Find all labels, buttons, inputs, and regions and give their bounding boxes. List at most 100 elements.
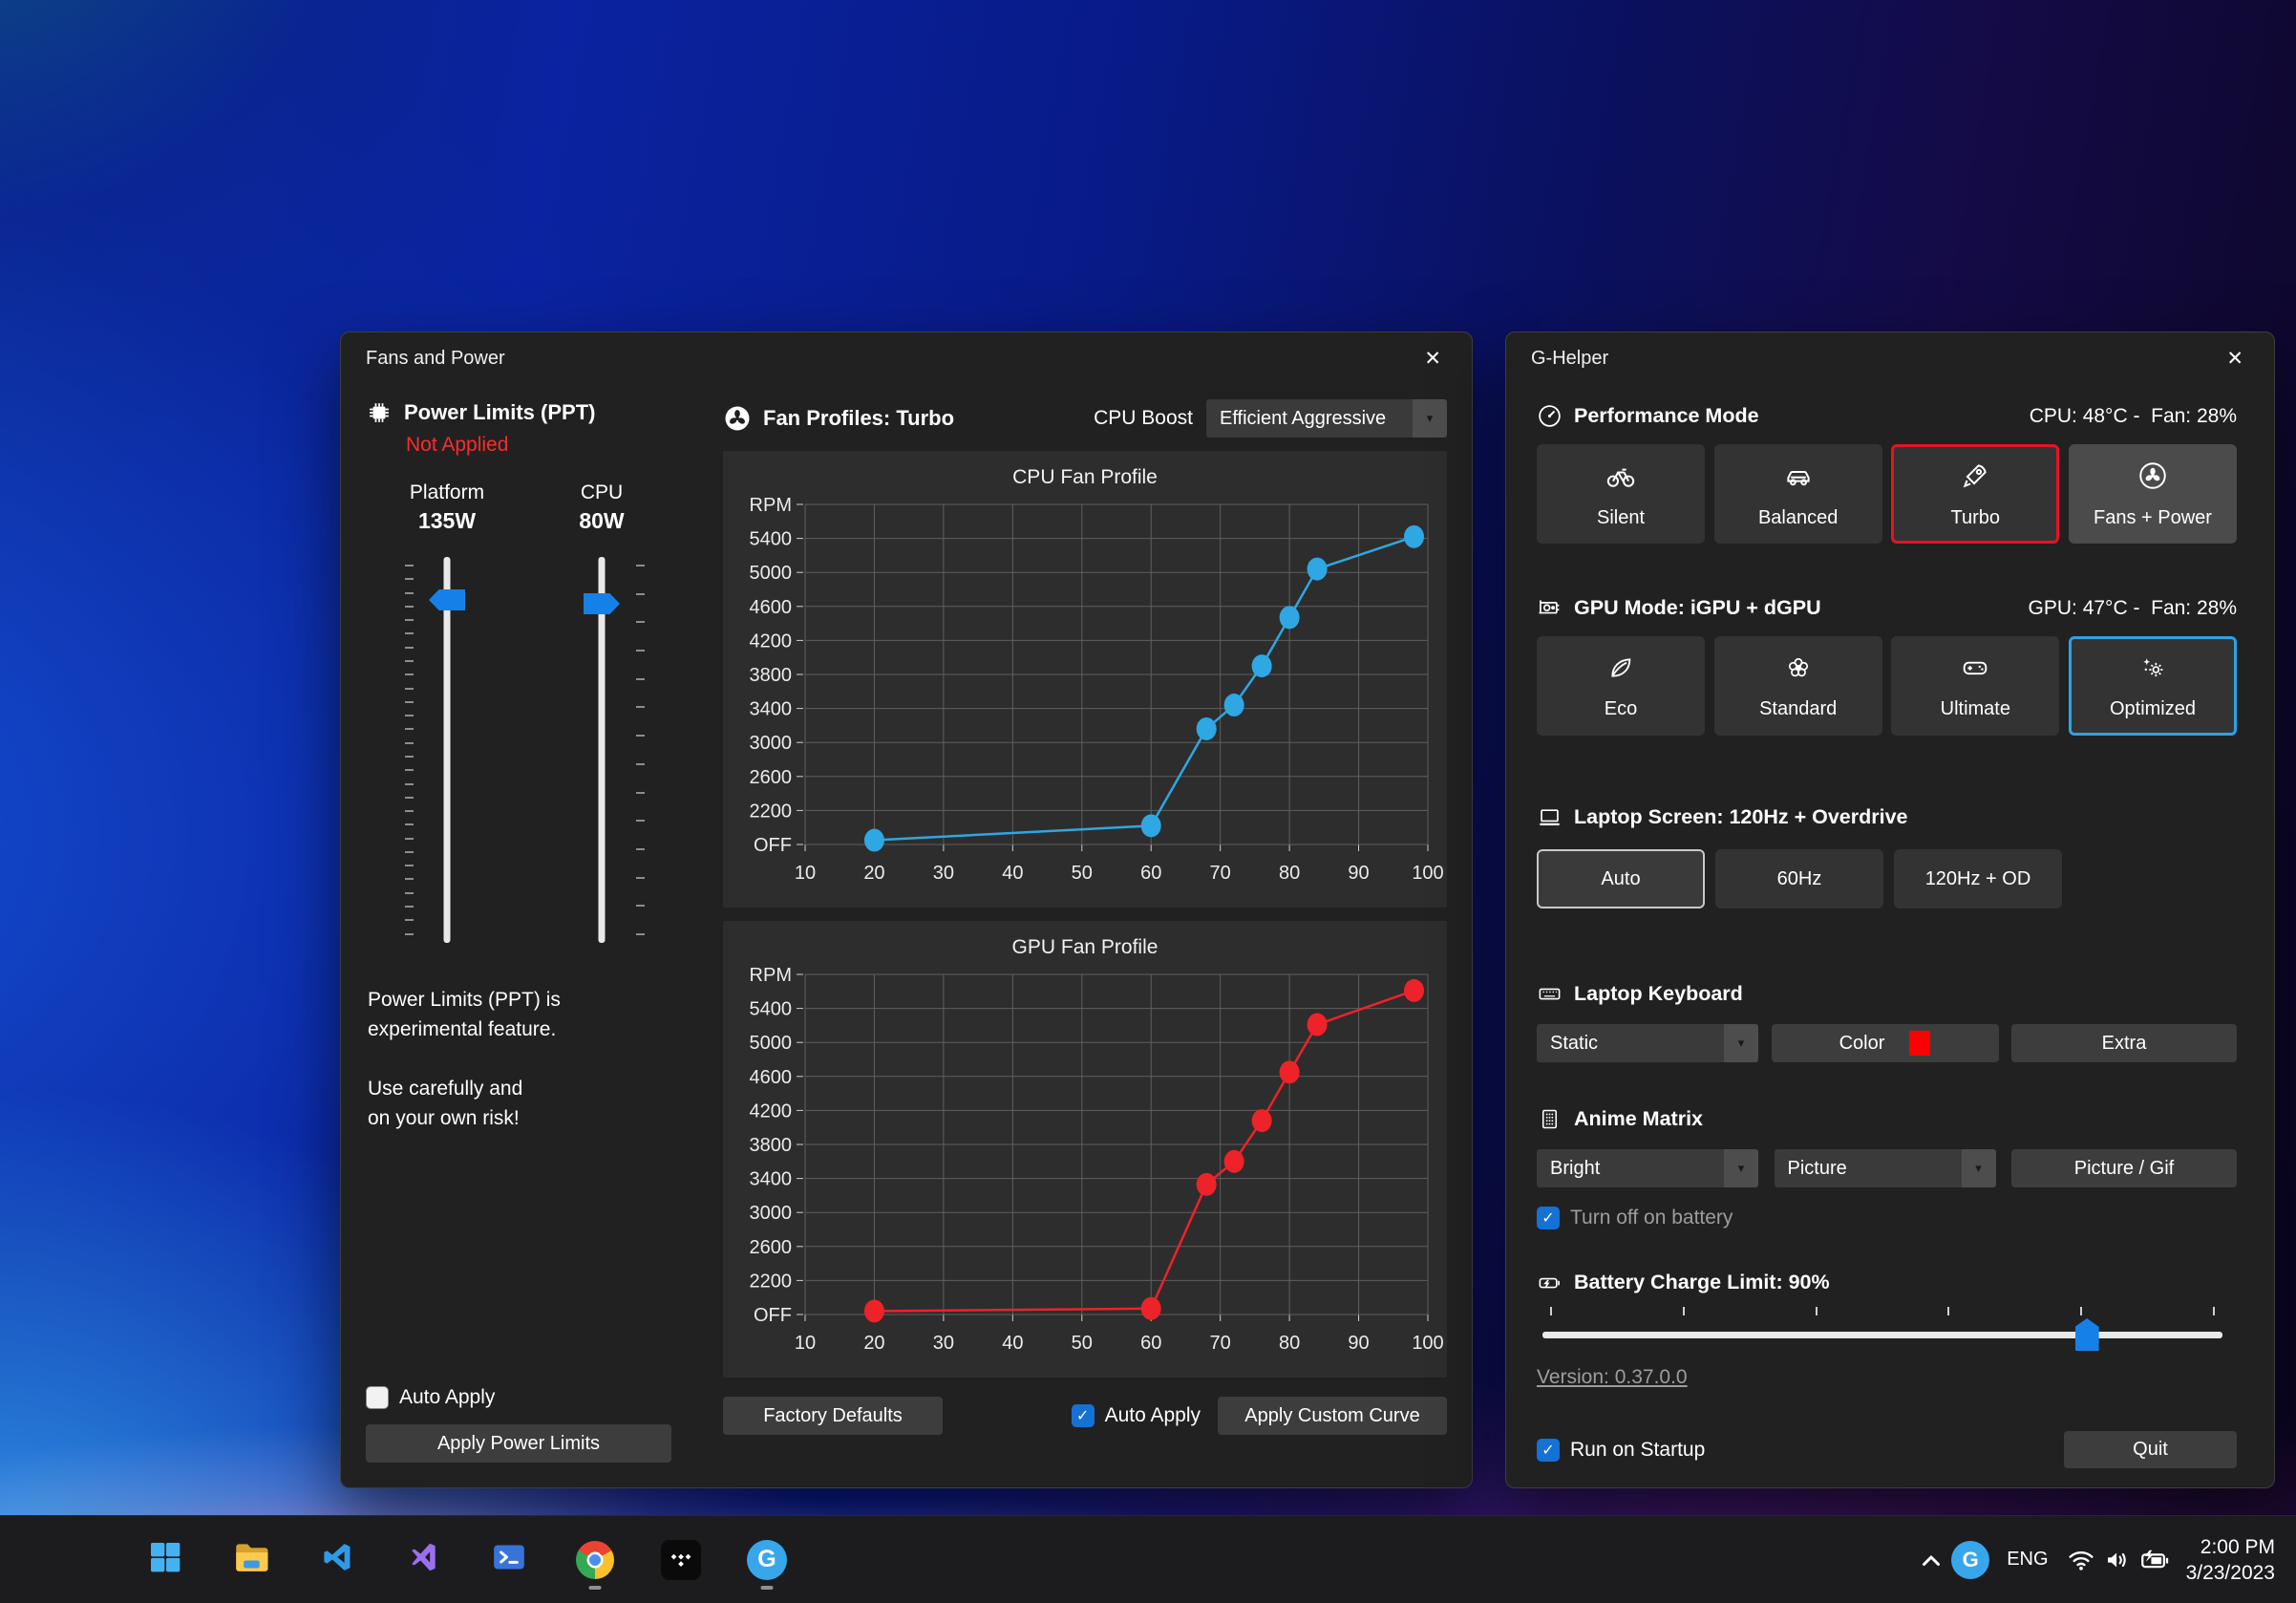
checkbox-checked-icon[interactable]: ✓ [1072,1404,1095,1427]
g-helper-icon: G [747,1540,787,1580]
optimization-gear-icon [2137,652,2168,689]
color-swatch [1909,1031,1930,1056]
visual-studio-button[interactable] [392,1528,455,1592]
start-button[interactable] [134,1528,197,1592]
bicycle-icon [1605,460,1637,498]
svg-text:60: 60 [1140,863,1161,884]
svg-text:90: 90 [1348,863,1369,884]
fan-profiles-heading: Fan Profiles: Turbo [723,404,954,433]
close-icon[interactable]: ✕ [2221,345,2249,373]
power-limits-note-2: Use carefully and on your own risk! [368,1074,702,1133]
desktop-wallpaper: Fans and Power ✕ Power Limits (PPT) Not … [0,0,2296,1603]
gpu-fan-chart-panel: GPU Fan Profile 102030405060708090100OFF… [723,921,1447,1378]
apply-power-limits-button[interactable]: Apply Power Limits [366,1424,671,1463]
platform-power-slider[interactable] [375,557,519,943]
gpu-eco-button[interactable]: Eco [1537,636,1705,736]
gpu-standard-button[interactable]: Standard [1714,636,1882,736]
screen-60hz-button[interactable]: 60Hz [1715,849,1883,908]
tray-chevron-up-icon[interactable] [1917,1533,1945,1587]
anime-content-dropdown[interactable]: Picture ▾ [1775,1149,1996,1187]
file-explorer-button[interactable] [220,1528,283,1592]
fans-window-title: Fans and Power [366,348,505,370]
tray-clock[interactable]: 2:00 PM 3/23/2023 [2177,1534,2281,1586]
gpu-ultimate-button[interactable]: Ultimate [1891,636,2059,736]
language-indicator[interactable]: ENG [1995,1533,2059,1587]
fan-profiles-panel: Fan Profiles: Turbo CPU Boost Efficient … [702,384,1447,1463]
volume-icon[interactable] [2102,1533,2133,1587]
keyboard-color-button[interactable]: Color [1772,1024,1999,1062]
cpu-power-slider[interactable] [530,557,673,943]
battery-slider-thumb[interactable] [2075,1318,2099,1351]
mode-balanced-button[interactable]: Balanced [1714,444,1882,544]
svg-text:2200: 2200 [750,801,793,822]
power-limits-note-1: Power Limits (PPT) is experimental featu… [368,985,702,1044]
screen-auto-button[interactable]: Auto [1537,849,1705,908]
mode-turbo-button[interactable]: Turbo [1891,444,2059,544]
screen-120hz-od-button[interactable]: 120Hz + OD [1894,849,2062,908]
cpu-slider-value: 80W [530,508,673,534]
version-link[interactable]: Version: 0.37.0.0 [1537,1366,1688,1389]
factory-defaults-button[interactable]: Factory Defaults [723,1397,943,1435]
close-icon[interactable]: ✕ [1418,345,1447,373]
svg-text:RPM: RPM [750,495,792,516]
quit-button[interactable]: Quit [2064,1431,2237,1468]
checkbox-unchecked-icon[interactable] [366,1386,389,1409]
tidal-button[interactable] [649,1528,712,1592]
vscode-button[interactable] [306,1528,369,1592]
fans-and-power-window: Fans and Power ✕ Power Limits (PPT) Not … [340,331,1473,1488]
chevron-down-icon[interactable]: ▾ [1413,399,1447,438]
apply-custom-curve-button[interactable]: Apply Custom Curve [1218,1397,1447,1435]
power-auto-apply-checkbox[interactable]: Auto Apply [366,1386,702,1409]
keyboard-extra-button[interactable]: Extra [2011,1024,2237,1062]
svg-text:20: 20 [863,1333,884,1354]
cpu-slider-thumb[interactable] [584,593,620,614]
gauge-icon [1537,403,1563,429]
gpu-optimized-button[interactable]: Optimized [2069,636,2237,736]
mode-fans-power-button[interactable]: Fans + Power [2069,444,2237,544]
anime-brightness-dropdown[interactable]: Bright ▾ [1537,1149,1758,1187]
battery-charging-icon[interactable] [2138,1533,2171,1587]
power-limits-panel: Power Limits (PPT) Not Applied Platform … [366,384,702,1463]
svg-text:80: 80 [1279,863,1300,884]
svg-text:4200: 4200 [750,631,793,652]
svg-text:4200: 4200 [750,1101,793,1122]
checkbox-checked-icon[interactable]: ✓ [1537,1439,1560,1462]
svg-text:10: 10 [795,863,816,884]
performance-mode-heading: Performance Mode [1537,403,1759,429]
svg-text:50: 50 [1072,863,1093,884]
mode-silent-button[interactable]: Silent [1537,444,1705,544]
anime-picture-gif-button[interactable]: Picture / Gif [2011,1149,2237,1187]
file-explorer-icon [231,1537,271,1582]
chevron-down-icon[interactable]: ▾ [1724,1149,1758,1187]
platform-slider-thumb[interactable] [429,589,465,610]
battery-charge-slider[interactable] [1542,1307,2222,1349]
cpu-boost-dropdown[interactable]: Efficient Aggressive ▾ [1206,399,1447,438]
curve-auto-apply-checkbox[interactable]: ✓ Auto Apply [1072,1404,1201,1427]
flower-icon [1783,652,1814,689]
gpu-fan-chart[interactable]: 102030405060708090100OFF2200260030003400… [723,961,1447,1372]
tray-g-helper-icon[interactable]: G [1951,1533,1989,1587]
platform-slider-label: Platform [375,481,519,504]
run-on-startup-checkbox[interactable]: ✓ Run on Startup [1537,1439,1705,1462]
battery-slider-ticks [1550,1307,2215,1315]
cpu-slider-track[interactable] [599,557,606,943]
keyboard-icon [1537,981,1563,1007]
svg-text:70: 70 [1210,863,1231,884]
chevron-down-icon[interactable]: ▾ [1962,1149,1996,1187]
platform-slider-track[interactable] [444,557,451,943]
dot-matrix-icon [1537,1106,1563,1132]
car-icon [1782,460,1815,498]
keyboard-mode-dropdown[interactable]: Static ▾ [1537,1024,1758,1062]
gpu-temp-fan-status: GPU: 47°C - Fan: 28% [2029,597,2237,620]
g-helper-button[interactable]: G [735,1528,798,1592]
terminal-button[interactable] [478,1528,541,1592]
battery-slider-track[interactable] [1542,1332,2222,1338]
chrome-button[interactable] [563,1528,627,1592]
anime-battery-off-checkbox[interactable]: ✓ Turn off on battery [1537,1207,2237,1229]
taskbar: G G ENG 2:00 PM 3/23/2023 [0,1515,2296,1603]
fan-circle-icon [2137,460,2169,498]
wifi-icon[interactable] [2066,1533,2096,1587]
checkbox-checked-icon[interactable]: ✓ [1537,1207,1560,1229]
cpu-fan-chart[interactable]: 102030405060708090100OFF2200260030003400… [723,491,1447,902]
chevron-down-icon[interactable]: ▾ [1724,1024,1758,1062]
